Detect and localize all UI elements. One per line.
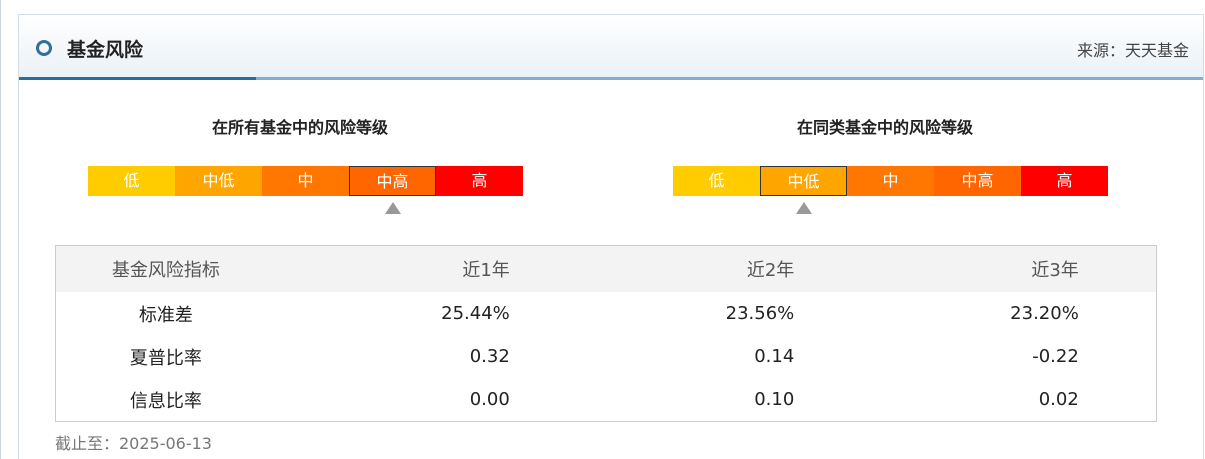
header-3y: 近3年	[795, 245, 1080, 292]
gauge-level-segment: 低	[673, 166, 760, 196]
gauge-level-segment: 中高	[349, 166, 436, 196]
metric-1y: 25.44%	[441, 303, 510, 324]
metric-name: 信息比率	[129, 390, 202, 412]
metric-1y: 0.32	[469, 346, 510, 367]
gauge-all-funds: 低中低中中高高	[88, 166, 523, 196]
gauge-all-pointer-icon	[384, 202, 401, 214]
table-header-row: 基金风险指标 近1年 近2年 近3年	[55, 245, 1157, 292]
metric-2y: 0.14	[754, 346, 795, 367]
table-row: 信息比率 0.00 0.10 0.02	[56, 378, 1157, 422]
panel-title: 基金风险	[67, 39, 144, 61]
gauge-all-title: 在所有基金中的风险等级	[211, 118, 388, 137]
gauge-peer-pointer-icon	[795, 202, 812, 214]
header-underline-active	[19, 77, 256, 80]
panel-header: 基金风险 来源：天天基金	[19, 15, 1203, 80]
header-metric: 基金风险指标	[55, 245, 276, 292]
metric-name: 夏普比率	[129, 347, 202, 369]
gauge-level-segment: 高	[1021, 166, 1108, 196]
metric-1y: 0.00	[469, 389, 510, 410]
gauge-level-segment: 低	[88, 166, 175, 196]
gauge-level-segment: 中高	[934, 166, 1021, 196]
gauge-level-segment: 中低	[175, 166, 262, 196]
data-source: 来源：天天基金	[1076, 41, 1189, 60]
gauge-peer-funds: 低中低中中高高	[673, 166, 1108, 196]
circle-bullet-icon	[36, 40, 52, 56]
metric-3y: -0.22	[1032, 346, 1079, 367]
table-row: 标准差 25.44% 23.56% 23.20%	[56, 292, 1157, 335]
gauge-peer-title: 在同类基金中的风险等级	[796, 118, 973, 137]
header-underline	[256, 77, 1203, 80]
gauge-level-segment: 中	[262, 166, 349, 196]
header-1y: 近1年	[275, 245, 511, 292]
as-of-date: 截止至：2025-06-13	[55, 434, 212, 453]
left-border	[0, 0, 1, 459]
metric-2y: 0.10	[754, 389, 795, 410]
metric-3y: 0.02	[1038, 389, 1079, 410]
header-2y: 近2年	[510, 245, 796, 292]
gauge-level-segment: 中	[847, 166, 934, 196]
metric-2y: 23.56%	[725, 303, 795, 324]
risk-metrics-table: 基金风险指标 近1年 近2年 近3年 标准差 25.44% 23.56% 23.…	[55, 245, 1157, 422]
table-row: 夏普比率 0.32 0.14 -0.22	[56, 335, 1157, 378]
gauge-level-segment: 高	[436, 166, 523, 196]
metric-3y: 23.20%	[1010, 303, 1079, 324]
fund-risk-panel: 基金风险 来源：天天基金 在所有基金中的风险等级 低中低中中高高 在同类基金中的…	[18, 14, 1204, 459]
metric-name: 标准差	[138, 304, 193, 326]
gauge-level-segment: 中低	[760, 166, 847, 196]
